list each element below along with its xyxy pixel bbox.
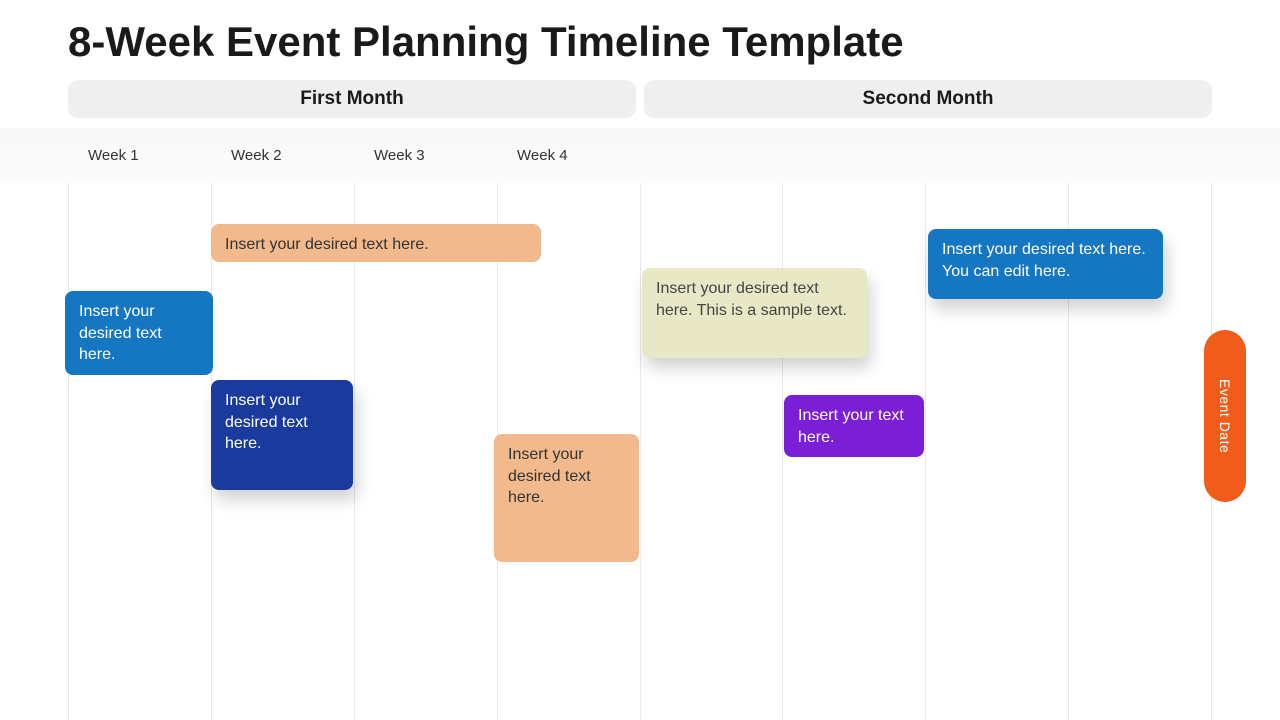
week-label-3: Week 3 [354,147,497,164]
task-card-peach-square[interactable]: Insert your desired text here. [494,434,639,562]
event-date-marker[interactable]: Event Date [1204,330,1246,502]
grid-col [68,183,211,720]
week-label-2: Week 2 [211,147,354,164]
week-label-4: Week 4 [497,147,640,164]
month-header-row: First Month Second Month [68,80,1212,118]
task-card-blue[interactable]: Insert your desired text here. [65,291,213,375]
slide-title: 8-Week Event Planning Timeline Template [68,18,904,66]
event-date-label: Event Date [1217,379,1233,453]
month-header-second: Second Month [644,80,1212,118]
task-card-navy[interactable]: Insert your desired text here. [211,380,353,490]
task-card-olive[interactable]: Insert your desired text here. This is a… [642,268,867,358]
grid-col [354,183,497,720]
month-header-first: First Month [68,80,636,118]
task-card-purple[interactable]: Insert your text here. [784,395,924,457]
grid-col [640,183,783,720]
week-label-1: Week 1 [68,147,211,164]
week-header-band: Week 1 Week 2 Week 3 Week 4 [0,128,1280,183]
task-card-blue-right[interactable]: Insert your desired text here. You can e… [928,229,1163,299]
task-card-peach-wide[interactable]: Insert your desired text here. [211,224,541,262]
